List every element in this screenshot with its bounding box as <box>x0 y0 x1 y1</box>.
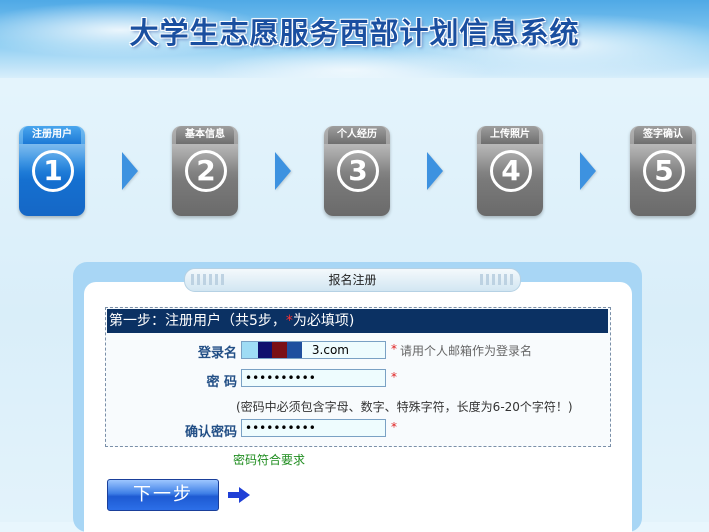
password-rule: (密码中必须包含字母、数字、特殊字符，长度为6-20个字符！) <box>236 400 573 414</box>
confirm-required-mark: * <box>391 420 397 434</box>
step-2-number-icon: 2 <box>185 150 227 192</box>
confirm-password-label: 确认密码 <box>184 425 237 440</box>
required-star: * <box>285 313 293 329</box>
email-label: 登录名 <box>197 346 237 361</box>
step-arrow-icon <box>580 152 596 190</box>
step-arrow-icon <box>122 152 138 190</box>
email-hint: 请用个人邮箱作为登录名 <box>400 344 533 358</box>
step-arrow-icon <box>427 152 443 190</box>
header-banner: 大学生志愿服务西部计划信息系统 <box>0 0 709 78</box>
step-5-label: 签字确认 <box>634 126 692 144</box>
system-title: 大学生志愿服务西部计划信息系统 <box>129 16 580 50</box>
step-3: 个人经历 3 <box>324 126 390 216</box>
step-2-label: 基本信息 <box>176 126 234 144</box>
step-4-label: 上传照片 <box>481 126 539 144</box>
step-3-number-icon: 3 <box>337 150 379 192</box>
password-label: 密 码 <box>206 375 237 390</box>
step-3-label: 个人经历 <box>328 126 386 144</box>
next-arrow-icon[interactable] <box>228 487 250 503</box>
step-1-number-icon: 1 <box>32 150 74 192</box>
step-2: 基本信息 2 <box>172 126 238 216</box>
step-4: 上传照片 4 <box>477 126 543 216</box>
panel-title-bar: 报名注册 <box>184 268 521 292</box>
password-field[interactable] <box>241 369 386 387</box>
email-required-mark: * <box>391 342 397 356</box>
step-1: 注册用户 1 <box>19 126 85 216</box>
password-valid-message: 密码符合要求 <box>233 453 306 467</box>
next-step-button[interactable]: 下一步 <box>107 479 219 511</box>
password-required-mark: * <box>391 370 397 384</box>
step-5: 签字确认 5 <box>630 126 696 216</box>
step-1-label: 注册用户 <box>23 126 81 144</box>
step-arrow-icon <box>275 152 291 190</box>
form-heading: 第一步：注册用户（共5步，*为必填项) <box>107 309 608 333</box>
step-4-number-icon: 4 <box>490 150 532 192</box>
step-5-number-icon: 5 <box>643 150 685 192</box>
confirm-password-field[interactable] <box>241 419 386 437</box>
form-heading-tail: 为必填项) <box>292 313 355 329</box>
panel-title: 报名注册 <box>328 273 377 287</box>
form-heading-text: 第一步：注册用户（共5步， <box>109 313 286 329</box>
